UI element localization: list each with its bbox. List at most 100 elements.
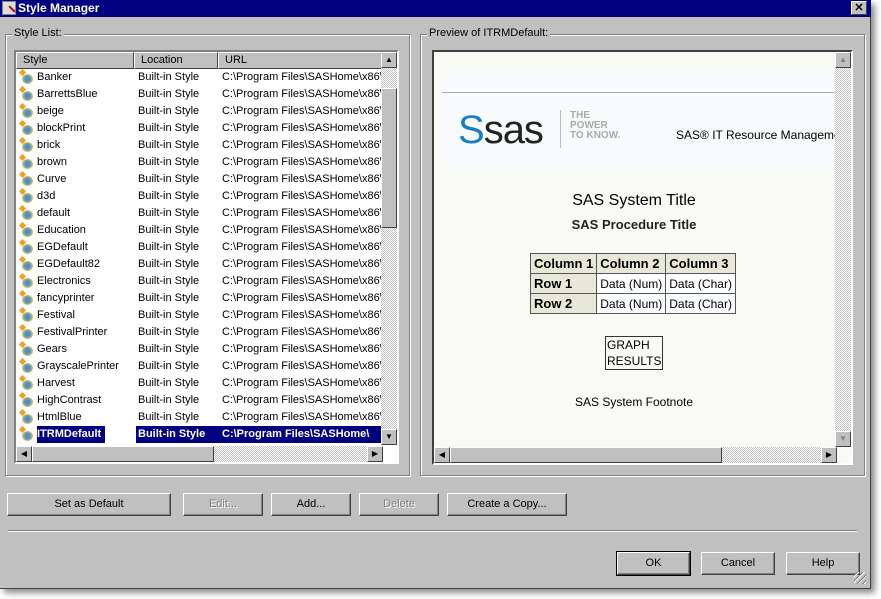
preview-scroll-left-button[interactable]: ◀ <box>434 447 450 463</box>
logo-text: sas <box>483 108 544 152</box>
style-name: HtmlBlue <box>37 411 82 423</box>
list-item[interactable]: Education Built-in Style C:\Program Files\… <box>16 222 383 239</box>
row-header: Row 2 <box>529 293 598 314</box>
preview-scroll-right-button[interactable]: ▶ <box>821 447 837 463</box>
list-item[interactable]: blockPrint Built-in Style C:\Program Files… <box>16 120 383 137</box>
list-item[interactable]: brick Built-in Style C:\Program Files\SASH… <box>16 137 383 154</box>
style-icon <box>20 342 35 357</box>
preview-scroll-down-button[interactable]: ▼ <box>835 431 851 447</box>
style-icon <box>20 138 35 153</box>
horizontal-scroll-thumb[interactable] <box>32 446 214 462</box>
style-name: ITRMDefault <box>37 426 106 443</box>
graph-line: GRAPH <box>607 338 650 352</box>
style-icon <box>20 359 35 374</box>
resize-grip[interactable] <box>854 572 866 584</box>
url-cell: C:\Program Files\SASHome\x86\S <box>222 190 383 202</box>
location-cell: Built-in Style <box>138 88 200 100</box>
preview-vertical-scrollbar[interactable]: ▲ ▼ <box>835 52 851 447</box>
style-name: Festival <box>37 309 75 321</box>
location-cell: Built-in Style <box>138 326 200 338</box>
close-button[interactable]: ✕ <box>851 1 867 15</box>
table-row: Row 1 Data (Num) Data (Char) <box>529 273 736 294</box>
edit-button[interactable]: Edit... <box>183 493 263 516</box>
location-cell: Built-in Style <box>138 190 200 202</box>
style-name: default <box>37 207 71 219</box>
list-item[interactable]: default Built-in Style C:\Program Files\SA… <box>16 205 383 222</box>
url-cell: C:\Program Files\SASHome\x86\S <box>222 156 383 168</box>
list-item[interactable]: fancyprinter Built-in Style C:\Program Fil… <box>16 290 383 307</box>
location-cell: Built-in Style <box>138 258 200 270</box>
style-icon <box>20 393 35 408</box>
logo-divider <box>560 110 561 148</box>
list-item[interactable]: BarrettsBlue Built-in Style C:\Program Fil… <box>16 86 383 103</box>
list-item[interactable]: brown Built-in Style C:\Program Files\SASH… <box>16 154 383 171</box>
style-cell: HighContrast <box>16 392 136 409</box>
location-cell: Built-in Style <box>136 426 220 443</box>
scroll-left-button[interactable]: ◀ <box>16 446 32 462</box>
url-cell: C:\Program Files\SASHome\ <box>220 426 383 443</box>
list-item[interactable]: Gears Built-in Style C:\Program Files\SASH… <box>16 341 383 358</box>
list-item[interactable]: d3d Built-in Style C:\Program Files\SASHom… <box>16 188 383 205</box>
list-item[interactable]: EGDefault Built-in Style C:\Program Files\… <box>16 239 383 256</box>
list-item[interactable]: HtmlBlue Built-in Style C:\Program Files\S… <box>16 409 383 426</box>
sas-logo: Ssas <box>458 108 544 152</box>
horizontal-scrollbar[interactable]: ◀ ▶ <box>16 446 383 462</box>
list-item[interactable]: ITRMDefault Built-in Style C:\Program File… <box>16 426 383 443</box>
delete-button[interactable]: Delete <box>359 493 439 516</box>
style-cell: beige <box>16 103 136 120</box>
list-item[interactable]: Curve Built-in Style C:\Program Files\SASH… <box>16 171 383 188</box>
list-item[interactable]: Electronics Built-in Style C:\Program File… <box>16 273 383 290</box>
scroll-down-button[interactable]: ▼ <box>381 429 397 445</box>
tagline: THE POWER TO KNOW. <box>570 111 620 141</box>
column-header-style[interactable]: Style <box>16 52 134 69</box>
style-list-label: Style List: <box>12 27 64 39</box>
url-cell: C:\Program Files\SASHome\x86\S <box>222 292 383 304</box>
ok-button[interactable]: OK <box>616 551 691 576</box>
url-cell: C:\Program Files\SASHome\x86\S <box>222 173 383 185</box>
url-cell: C:\Program Files\SASHome\x86\S <box>222 360 383 372</box>
style-cell: ITRMDefault <box>16 426 136 443</box>
vertical-scrollbar[interactable]: ▲ ▼ <box>381 52 397 445</box>
preview-horizontal-scrollbar[interactable]: ◀ ▶ <box>434 447 837 463</box>
cancel-button[interactable]: Cancel <box>701 552 775 575</box>
preview-label: Preview of ITRMDefault: <box>427 27 551 39</box>
style-icon <box>20 325 35 340</box>
list-item[interactable]: GrayscalePrinter Built-in Style C:\Program… <box>16 358 383 375</box>
column-header-location[interactable]: Location <box>134 52 218 69</box>
preview-scroll-up-button[interactable]: ▲ <box>835 52 851 68</box>
location-cell: Built-in Style <box>138 394 200 406</box>
list-item[interactable]: beige Built-in Style C:\Program Files\SASH… <box>16 103 383 120</box>
style-name: GrayscalePrinter <box>37 360 119 372</box>
location-cell: Built-in Style <box>138 275 200 287</box>
table-row: Row 2 Data (Num) Data (Char) <box>529 293 736 314</box>
column-header-url[interactable]: URL <box>218 52 383 69</box>
style-icon <box>20 308 35 323</box>
help-button[interactable]: Help <box>786 552 860 575</box>
scroll-right-button[interactable]: ▶ <box>367 446 383 462</box>
title-bar: Style Manager ✕ <box>0 0 871 17</box>
style-cell: HtmlBlue <box>16 409 136 426</box>
style-cell: d3d <box>16 188 136 205</box>
vertical-scroll-thumb[interactable] <box>381 88 397 228</box>
style-name: brick <box>37 139 61 151</box>
preview-horizontal-thumb[interactable] <box>450 447 722 463</box>
style-cell: Banker <box>16 69 136 86</box>
list-item[interactable]: HighContrast Built-in Style C:\Program Fil… <box>16 392 383 409</box>
style-cell: FestivalPrinter <box>16 324 136 341</box>
list-item[interactable]: Harvest Built-in Style C:\Program Files\SA… <box>16 375 383 392</box>
list-item[interactable]: EGDefault82 Built-in Style C:\Program File… <box>16 256 383 273</box>
url-cell: C:\Program Files\SASHome\x86\S <box>222 207 383 219</box>
style-icon <box>20 155 35 170</box>
list-item[interactable]: Festival Built-in Style C:\Program Files\S… <box>16 307 383 324</box>
window-title: Style Manager <box>18 1 100 15</box>
list-item[interactable]: Banker Built-in Style C:\Program Files\SAS… <box>16 69 383 86</box>
list-header: Style Location URL <box>16 52 383 69</box>
scroll-up-button[interactable]: ▲ <box>381 52 397 68</box>
list-item[interactable]: FestivalPrinter Built-in Style C:\Program … <box>16 324 383 341</box>
set-as-default-button[interactable]: Set as Default <box>7 493 171 516</box>
create-copy-button[interactable]: Create a Copy... <box>447 493 567 516</box>
add-button[interactable]: Add... <box>271 493 351 516</box>
style-list[interactable]: Style Location URL Banker Built-in Style C… <box>14 50 399 464</box>
style-name: brown <box>37 156 67 168</box>
url-cell: C:\Program Files\SASHome\x86\S <box>222 394 383 406</box>
